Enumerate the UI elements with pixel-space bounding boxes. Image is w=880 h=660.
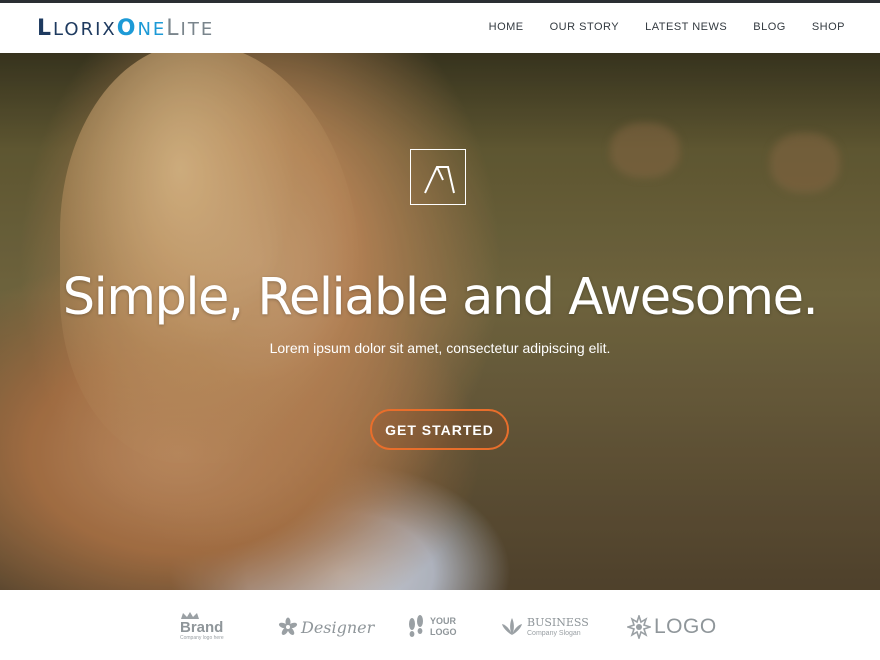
logo-mark-icon (410, 149, 466, 205)
nav-blog[interactable]: BLOG (753, 21, 786, 33)
brand-logos-strip: Brand Company logo here Designer YOUR LO… (0, 590, 880, 660)
logo-letter: L (166, 16, 181, 41)
brand-name: Brand (180, 619, 224, 636)
logo-text: NE (137, 19, 167, 40)
logo-letter: L (37, 16, 54, 41)
brand-name: LOGO (654, 615, 717, 638)
site-header: L LORIX O NE L ITE HOME OUR STORY LATEST… (0, 3, 880, 53)
brand-text: BUSINESS Company Slogan (527, 616, 589, 638)
hero-title: Simple, Reliable and Awesome. (62, 268, 819, 327)
brand-logo-brand[interactable]: Brand Company logo here (180, 610, 224, 644)
nav-home[interactable]: HOME (489, 21, 524, 33)
brand-name-line1: YOUR (430, 616, 457, 626)
nav-shop[interactable]: SHOP (812, 21, 845, 33)
main-nav: HOME OUR STORY LATEST NEWS BLOG SHOP (463, 21, 845, 33)
brand-tagline: Company logo here (180, 635, 224, 641)
brand-text: Brand Company logo here (180, 612, 224, 642)
site-logo[interactable]: L LORIX O NE L ITE (37, 16, 214, 44)
footprints-icon (409, 615, 423, 637)
flower-icon (278, 617, 298, 635)
logo-letter: O (116, 16, 138, 41)
nav-our-story[interactable]: OUR STORY (550, 21, 620, 33)
brand-logo-logo[interactable]: LOGO (627, 610, 717, 644)
logo-text: LORIX (53, 19, 117, 40)
leaf-icon (502, 618, 522, 635)
brand-name: BUSINESS (527, 616, 589, 629)
brand-logo-your-logo[interactable]: YOUR LOGO (407, 610, 457, 644)
hero-section: Simple, Reliable and Awesome. Lorem ipsu… (0, 53, 880, 590)
brand-logo-business[interactable]: BUSINESS Company Slogan (501, 610, 589, 644)
brand-logo-designer[interactable]: Designer (278, 610, 374, 644)
brand-name: Designer (301, 617, 375, 637)
starburst-icon (627, 615, 651, 639)
brand-name-line2: LOGO (430, 627, 457, 637)
brand-text: YOUR LOGO (430, 616, 457, 638)
hero-subtitle: Lorem ipsum dolor sit amet, consectetur … (269, 340, 611, 356)
logo-text: ITE (180, 19, 215, 40)
brand-tagline: Company Slogan (527, 630, 581, 637)
get-started-button[interactable]: GET STARTED (370, 409, 509, 450)
nav-latest-news[interactable]: LATEST NEWS (645, 21, 727, 33)
